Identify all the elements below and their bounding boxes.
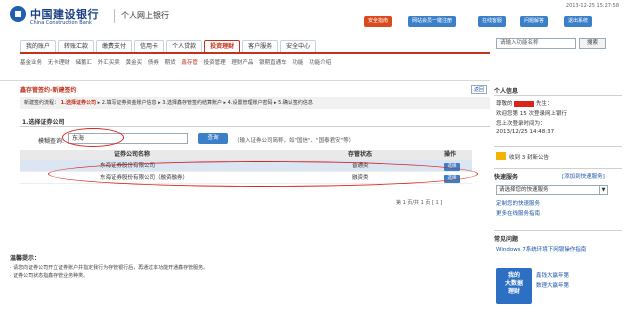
subnav-item[interactable]: 外汇买卖 [98, 60, 120, 66]
site-subtitle: 个人网上银行 [121, 11, 169, 20]
online-service-button[interactable]: 在线客服 [478, 16, 507, 27]
quick-service-title: 快速服务 [494, 174, 519, 181]
faq-button[interactable]: 问题解答 [520, 16, 549, 27]
promo-banner[interactable]: 我的 大数据 理财 [496, 268, 532, 304]
pagination[interactable]: 第 1 页/共 1 页 [ 1 ] [396, 199, 442, 206]
tab-investment[interactable]: 投资理财 [204, 40, 241, 52]
tab-security-center[interactable]: 安全中心 [280, 40, 317, 52]
promo-link[interactable]: 数理大赢年第 [536, 281, 569, 289]
tip-line: · 证券公司状态指鑫存管业务种类。 [10, 273, 89, 279]
sidebar: 个人信息 尊敬的 先生： 欢迎您第 15 次登录网上银行 您上次登录时间为： 2… [494, 80, 625, 330]
tab-personal-loan[interactable]: 个人贷款 [166, 40, 203, 52]
tip-line: · 请您向证券公司开立证券账户并指定我行为存管银行后，再通过本功能开通鑫存管服务… [10, 265, 209, 271]
subnav-item[interactable]: 黄金买 [126, 60, 143, 66]
login-count: 欢迎您第 15 次登录网上银行 [496, 111, 567, 117]
subnav-item[interactable]: 储蓄汇 [76, 60, 93, 66]
current-datetime: 2013-12-25 15:27:58 [565, 3, 619, 9]
page-title: 鑫存管签约-新建签约 [20, 87, 77, 94]
subnav-item[interactable]: 无卡理财 [48, 60, 70, 66]
greeting: 尊敬的 先生： [496, 99, 553, 107]
tips-title: 温馨提示： [10, 255, 41, 262]
customize-quick-service-link[interactable]: 定制您的快速服务 [496, 199, 540, 207]
main-nav: 我的账户 转账汇款 缴费支付 信用卡 个人贷款 投资理财 客户服务 安全中心 [20, 40, 318, 52]
header-operation: 操作 [444, 151, 457, 158]
content-divider [0, 80, 490, 81]
function-search-input[interactable]: 请输入功能名称 [496, 38, 576, 49]
step: 2.填写证券资金账户信息 [101, 100, 157, 106]
mail-icon [496, 152, 506, 160]
sidebar-divider [494, 95, 622, 96]
promo-text: 大数据 [504, 280, 523, 287]
query-hint: （输入证券公司简称，如"国信"、"国泰君安"等） [234, 138, 355, 144]
sidebar-divider [494, 146, 622, 147]
header-divider [114, 9, 115, 23]
bank-name-en: China Construction Bank [30, 20, 92, 26]
promo-text: 理财 [507, 288, 520, 295]
nav-underline [20, 52, 490, 54]
steps-prefix: 新建签约流程： [24, 100, 60, 106]
tab-customer-service[interactable]: 客户服务 [242, 40, 279, 52]
tab-payment[interactable]: 缴费支付 [96, 40, 133, 52]
quick-service-select[interactable]: 请选择您的快速服务 [496, 185, 600, 195]
tab-credit-card[interactable]: 信用卡 [134, 40, 165, 52]
fuzzy-search-label: 模糊查询: [38, 138, 65, 145]
table-header: 证券公司名称 存管状态 操作 [20, 150, 472, 160]
subnav-item[interactable]: 基金业务 [20, 60, 42, 66]
promo-link[interactable]: 鑫钱大赢年第 [536, 271, 569, 279]
win7-guide-link[interactable]: Windows 7系统环境下网银操作指南 [496, 245, 586, 253]
subnav-item[interactable]: 债券 [148, 60, 159, 66]
highlight-circle [62, 128, 124, 147]
search-button[interactable]: 搜索 [579, 38, 606, 49]
subnav-item[interactable]: 期货 [165, 60, 176, 66]
faq-title: 常见问题 [494, 236, 519, 243]
subnav-item[interactable]: 理财产品 [231, 60, 253, 66]
logout-button[interactable]: 退出系统 [564, 16, 593, 27]
subnav-item[interactable]: 银期直通车 [259, 60, 287, 66]
tab-transfer[interactable]: 转账汇款 [58, 40, 95, 52]
sidebar-divider [494, 168, 622, 169]
subnav-item[interactable]: 功能介绍 [309, 60, 331, 66]
greeting-suffix: 先生： [536, 101, 553, 107]
last-login-time: 2013/12/25 14:48:37 [496, 129, 555, 135]
header-company-name: 证券公司名称 [114, 151, 151, 158]
step-current: 1.选择证券公司 [60, 100, 96, 106]
chevron-down-icon[interactable]: ▼ [600, 185, 608, 195]
security-guide-button[interactable]: 安全指南 [364, 16, 393, 27]
redacted-name [514, 100, 535, 107]
section-title: 1.选择证券公司 [22, 119, 65, 126]
service-guide-link[interactable]: 更多在线服务指南 [496, 209, 540, 217]
back-button[interactable]: 返回 [471, 85, 488, 94]
register-member-button[interactable]: 网站会员一键注册 [408, 16, 457, 27]
sub-nav: 基金业务 无卡理财 储蓄汇 外汇买卖 黄金买 债券 期货 鑫存管 投资管理 理财… [20, 58, 335, 66]
sidebar-divider [494, 230, 622, 231]
section-divider [20, 126, 490, 127]
promo-text: 我的 [507, 272, 520, 279]
notice-count-link[interactable]: 收到 3 封新公告 [509, 153, 549, 161]
header-status: 存管状态 [348, 151, 373, 158]
last-login-label: 您上次登录时间为： [496, 121, 546, 127]
personal-info-title: 个人信息 [494, 88, 519, 95]
highlight-circle [48, 161, 478, 187]
step: 5.确认签约信息 [278, 100, 313, 106]
tab-my-account[interactable]: 我的账户 [20, 40, 57, 52]
subnav-item[interactable]: 功能 [292, 60, 303, 66]
step: 4.设置管理账户密码 [227, 100, 273, 106]
step: 3.选择鑫存管签约结算账户 [162, 100, 222, 106]
greeting-prefix: 尊敬的 [496, 101, 513, 107]
step-indicator: 新建签约流程： 1.选择证券公司 ▸ 2.填写证券资金账户信息 ▸ 3.选择鑫存… [20, 97, 490, 109]
subnav-item-active[interactable]: 鑫存管 [181, 60, 198, 66]
subnav-item[interactable]: 投资管理 [204, 60, 226, 66]
query-button[interactable]: 查询 [198, 133, 228, 144]
add-quick-service-link[interactable]: [添加到快速服务] [562, 172, 605, 180]
bank-logo-icon [10, 6, 26, 22]
header: 中国建设银行 China Construction Bank 个人网上银行 20… [0, 0, 625, 34]
